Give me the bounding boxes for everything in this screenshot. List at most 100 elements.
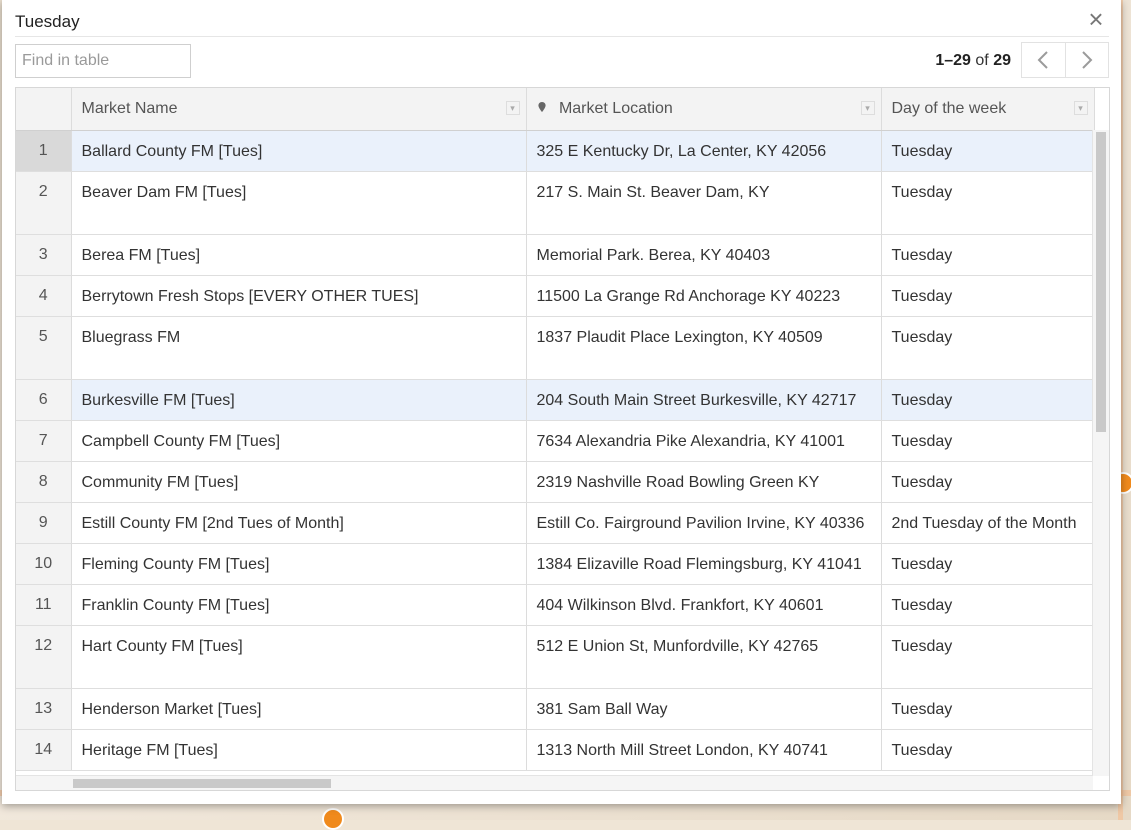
market-location-cell: 512 E Union St, Munfordville, KY 42765 (526, 625, 882, 689)
day-cell: Tuesday (881, 625, 1095, 689)
next-page-button[interactable] (1064, 43, 1109, 77)
market-name-cell: Burkesville FM [Tues] (71, 379, 527, 421)
column-header-market-location[interactable]: Market Location ▾ (526, 88, 882, 131)
market-name-cell: Bluegrass FM (71, 316, 527, 380)
market-name-cell: Community FM [Tues] (71, 461, 527, 503)
market-location-cell: 217 S. Main St. Beaver Dam, KY (526, 171, 882, 235)
market-name-cell: Berrytown Fresh Stops [EVERY OTHER TUES] (71, 275, 527, 317)
day-cell: Tuesday (881, 379, 1095, 421)
pagination-total: 29 (993, 52, 1011, 69)
location-pin-icon (537, 102, 546, 112)
row-number: 11 (16, 584, 72, 626)
row-number: 14 (16, 729, 72, 771)
column-header-market-name[interactable]: Market Name ▾ (71, 88, 527, 131)
row-number: 3 (16, 234, 72, 276)
row-number: 9 (16, 502, 72, 544)
market-name-cell: Berea FM [Tues] (71, 234, 527, 276)
data-table: Market Name ▾ Market Location ▾ Day of t… (15, 87, 1110, 791)
day-cell: Tuesday (881, 420, 1095, 462)
row-number: 13 (16, 688, 72, 730)
row-number: 7 (16, 420, 72, 462)
table-row[interactable]: 12 Hart County FM [Tues] 512 E Union St,… (16, 625, 1095, 689)
market-location-cell: 204 South Main Street Burkesville, KY 42… (526, 379, 882, 421)
table-row[interactable]: 8 Community FM [Tues] 2319 Nashville Roa… (16, 461, 1095, 503)
column-header-label: Day of the week (891, 100, 1007, 117)
row-number: 2 (16, 171, 72, 235)
table-row[interactable]: 14 Heritage FM [Tues] 1313 North Mill St… (16, 729, 1095, 771)
table-header-row: Market Name ▾ Market Location ▾ Day of t… (16, 88, 1095, 131)
close-icon[interactable]: × (1083, 6, 1109, 32)
day-cell: Tuesday (881, 584, 1095, 626)
search-input[interactable] (15, 44, 191, 78)
pagination-of: of (975, 52, 989, 69)
market-name-cell: Beaver Dam FM [Tues] (71, 171, 527, 235)
column-header-label: Market Location (558, 100, 673, 117)
table-row[interactable]: 7 Campbell County FM [Tues] 7634 Alexand… (16, 420, 1095, 462)
dialog-title: Tuesday (15, 12, 80, 31)
table-row[interactable]: 9 Estill County FM [2nd Tues of Month] E… (16, 502, 1095, 544)
pagination-controls (1021, 42, 1109, 78)
pagination-range: 1–29 (935, 52, 971, 69)
data-table-dialog: Tuesday × 1–29 of 29 Market Name ▾ (2, 0, 1121, 804)
market-location-cell: 7634 Alexandria Pike Alexandria, KY 4100… (526, 420, 882, 462)
table-row[interactable]: 3 Berea FM [Tues] Memorial Park. Berea, … (16, 234, 1095, 276)
market-name-cell: Campbell County FM [Tues] (71, 420, 527, 462)
row-number: 6 (16, 379, 72, 421)
market-location-cell: 11500 La Grange Rd Anchorage KY 40223 (526, 275, 882, 317)
day-cell: Tuesday (881, 543, 1095, 585)
market-name-cell: Hart County FM [Tues] (71, 625, 527, 689)
table-row[interactable]: 1 Ballard County FM [Tues] 325 E Kentuck… (16, 130, 1095, 172)
day-cell: Tuesday (881, 729, 1095, 771)
day-cell: Tuesday (881, 171, 1095, 235)
day-cell: Tuesday (881, 688, 1095, 730)
row-number: 8 (16, 461, 72, 503)
market-location-cell: 1313 North Mill Street London, KY 40741 (526, 729, 882, 771)
column-header-label: Market Name (81, 100, 178, 117)
market-location-cell: Estill Co. Fairground Pavilion Irvine, K… (526, 502, 882, 544)
row-number: 5 (16, 316, 72, 380)
day-cell: 2nd Tuesday of the Month (881, 502, 1095, 544)
market-name-cell: Henderson Market [Tues] (71, 688, 527, 730)
table-row[interactable]: 5 Bluegrass FM 1837 Plaudit Place Lexing… (16, 316, 1095, 380)
table-row[interactable]: 13 Henderson Market [Tues] 381 Sam Ball … (16, 688, 1095, 730)
horizontal-scrollbar[interactable] (16, 775, 1093, 790)
market-location-cell: 404 Wilkinson Blvd. Frankfort, KY 40601 (526, 584, 882, 626)
market-name-cell: Estill County FM [2nd Tues of Month] (71, 502, 527, 544)
table-row[interactable]: 2 Beaver Dam FM [Tues] 217 S. Main St. B… (16, 171, 1095, 235)
divider (15, 36, 1109, 37)
market-location-cell: Memorial Park. Berea, KY 40403 (526, 234, 882, 276)
chevron-right-icon (1082, 51, 1093, 69)
market-name-cell: Franklin County FM [Tues] (71, 584, 527, 626)
market-location-cell: 1837 Plaudit Place Lexington, KY 40509 (526, 316, 882, 380)
pagination-status: 1–29 of 29 (935, 52, 1011, 70)
table-row[interactable]: 6 Burkesville FM [Tues] 204 South Main S… (16, 379, 1095, 421)
column-menu-icon[interactable]: ▾ (860, 101, 875, 115)
table-row[interactable]: 11 Franklin County FM [Tues] 404 Wilkins… (16, 584, 1095, 626)
row-number: 10 (16, 543, 72, 585)
vertical-scroll-thumb[interactable] (1096, 132, 1106, 432)
market-location-cell: 2319 Nashville Road Bowling Green KY (526, 461, 882, 503)
market-name-cell: Heritage FM [Tues] (71, 729, 527, 771)
table-row[interactable]: 4 Berrytown Fresh Stops [EVERY OTHER TUE… (16, 275, 1095, 317)
column-header-day-of-week[interactable]: Day of the week ▾ (881, 88, 1095, 131)
market-location-cell: 1384 Elizaville Road Flemingsburg, KY 41… (526, 543, 882, 585)
day-cell: Tuesday (881, 316, 1095, 380)
row-number-header (16, 88, 72, 131)
table-row[interactable]: 10 Fleming County FM [Tues] 1384 Elizavi… (16, 543, 1095, 585)
market-name-cell: Ballard County FM [Tues] (71, 130, 527, 172)
day-cell: Tuesday (881, 234, 1095, 276)
market-location-cell: 381 Sam Ball Way (526, 688, 882, 730)
market-location-cell: 325 E Kentucky Dr, La Center, KY 42056 (526, 130, 882, 172)
previous-page-button[interactable] (1022, 43, 1065, 77)
day-cell: Tuesday (881, 275, 1095, 317)
row-number: 12 (16, 625, 72, 689)
vertical-scrollbar[interactable] (1092, 130, 1109, 776)
column-menu-icon[interactable]: ▾ (1073, 101, 1088, 115)
horizontal-scroll-thumb[interactable] (73, 779, 331, 788)
column-menu-icon[interactable]: ▾ (505, 101, 520, 115)
map-marker-icon[interactable] (322, 808, 344, 830)
chevron-left-icon (1037, 51, 1048, 69)
row-number: 4 (16, 275, 72, 317)
row-number: 1 (16, 130, 72, 172)
market-name-cell: Fleming County FM [Tues] (71, 543, 527, 585)
